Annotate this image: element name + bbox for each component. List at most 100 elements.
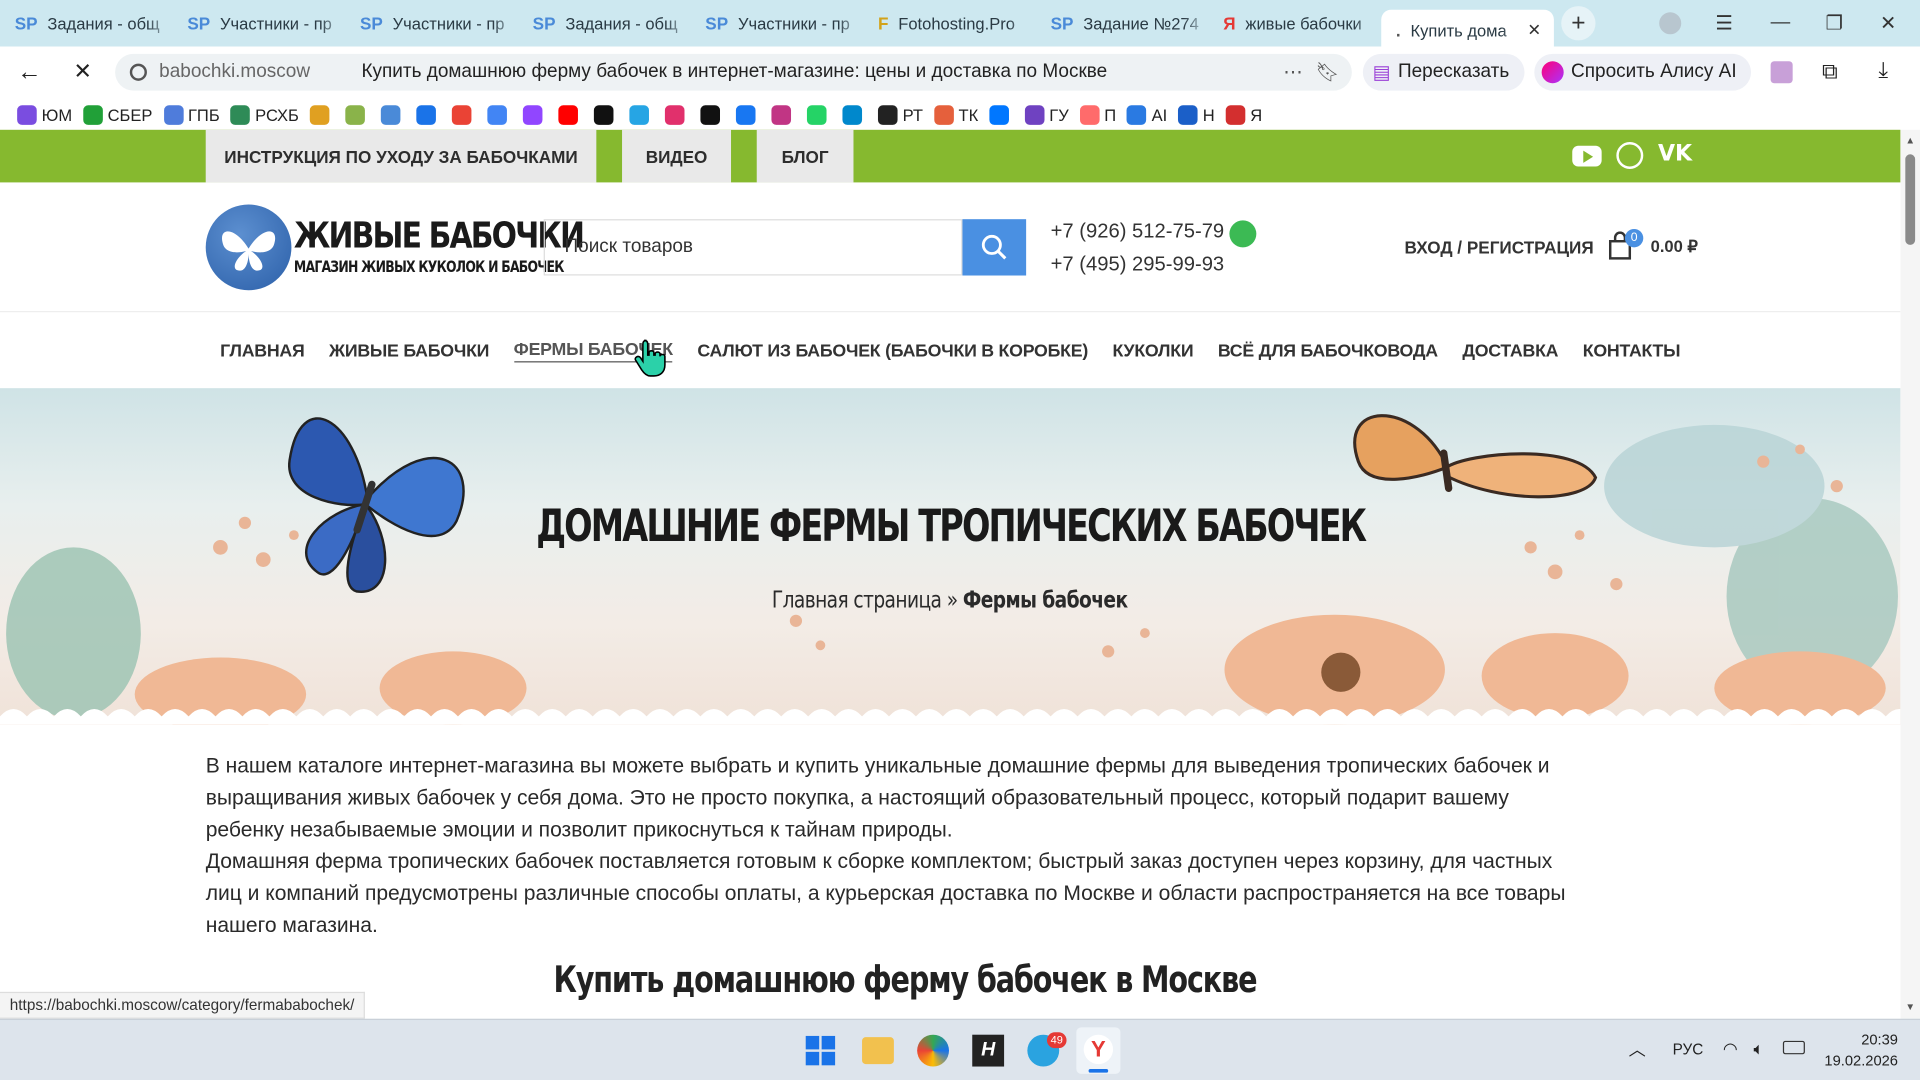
breadcrumb-home-link[interactable]: Главная страница	[772, 587, 942, 614]
stop-loading-icon[interactable]: ✕	[73, 59, 91, 85]
app-h-icon[interactable]: H	[972, 1034, 1005, 1067]
bookmark-favicon-icon	[771, 105, 792, 125]
site-info-icon[interactable]	[129, 63, 147, 81]
bookmark-item[interactable]	[736, 105, 760, 125]
extensions-icon[interactable]: ⧉	[1822, 59, 1838, 85]
volume-icon[interactable]: 🔈︎	[1753, 1038, 1763, 1059]
bookmark-item[interactable]	[989, 105, 1013, 125]
phone-2[interactable]: +7 (495) 295-99-93	[1051, 253, 1225, 276]
bookmark-item[interactable]: РСХБ	[230, 105, 299, 125]
browser-tab[interactable]: SP Задание №274	[1036, 5, 1209, 42]
tab-close-icon[interactable]: ✕	[1525, 21, 1545, 41]
phone-1[interactable]: +7 (926) 512-75-79	[1051, 220, 1225, 243]
login-link[interactable]: ВХОД / РЕГИСТРАЦИЯ	[1405, 238, 1594, 258]
nav-item[interactable]: ЖИВЫЕ БАБОЧКИ	[329, 341, 489, 361]
address-bar[interactable]: babochki.moscow Купить домашнюю ферму ба…	[115, 53, 1352, 91]
logo-icon[interactable]	[205, 204, 292, 291]
bookmark-item[interactable]	[665, 105, 689, 125]
bookmark-item[interactable]	[345, 105, 369, 125]
retell-button[interactable]: ▤ Пересказать	[1362, 53, 1524, 91]
bookmark-icon[interactable]: 🔖︎	[1315, 61, 1339, 84]
vk-icon[interactable]: VK	[1658, 141, 1692, 167]
bookmark-item[interactable]: Н	[1178, 105, 1215, 125]
bookmark-item[interactable]: РТ	[878, 105, 923, 125]
bookmark-item[interactable]	[487, 105, 511, 125]
cart-total[interactable]: 0.00 ₽	[1651, 238, 1698, 258]
telegram-badge: 49	[1046, 1032, 1067, 1049]
page-scrollbar[interactable]: ▲ ▼	[1900, 129, 1920, 1019]
bookmark-item[interactable]	[842, 105, 867, 125]
bookmark-item[interactable]: П	[1079, 105, 1116, 125]
browser-tab[interactable]: F Fotohosting.Pro	[863, 5, 1036, 42]
bookmark-label: ЮМ	[41, 105, 73, 125]
start-icon[interactable]	[805, 1035, 836, 1066]
back-icon[interactable]: ←	[17, 59, 41, 87]
video-link[interactable]: ВИДЕО	[622, 129, 732, 183]
bookmarks-bar: ЮМ СБЕР ГПБ РСХБ РТ ТК ГУ П AI Н Я	[0, 100, 1920, 130]
scroll-up-icon[interactable]: ▲	[1905, 135, 1915, 146]
bookmark-item[interactable]: ТК	[934, 105, 978, 125]
clock-time[interactable]: 20:39	[1825, 1031, 1898, 1048]
bookmark-item[interactable]	[309, 105, 334, 125]
scroll-down-icon[interactable]: ▼	[1905, 1002, 1915, 1013]
nav-item[interactable]: ГЛАВНАЯ	[220, 341, 305, 361]
profile-icon[interactable]	[1643, 0, 1697, 47]
care-instructions-link[interactable]: ИНСТРУКЦИЯ ПО УХОДУ ЗА БАБОЧКАМИ	[205, 129, 597, 183]
bookmark-item[interactable]	[380, 105, 405, 125]
nav-item[interactable]: ВСЁ ДЛЯ БАБОЧКОВОДА	[1218, 341, 1438, 361]
bookmark-item[interactable]: ГПБ	[163, 105, 220, 125]
bookmark-label: ТК	[958, 105, 979, 125]
ask-alice-button[interactable]: Спросить Алису AI	[1534, 53, 1752, 91]
language-indicator[interactable]: РУС	[1673, 1041, 1704, 1058]
whatsapp-icon[interactable]	[1616, 142, 1644, 169]
bookmark-label: ГПБ	[187, 105, 220, 125]
youtube-icon[interactable]	[1572, 145, 1602, 167]
tray-expand-icon[interactable]: ︿	[1629, 1037, 1646, 1061]
bookmark-item[interactable]	[700, 105, 725, 125]
bookmark-item[interactable]	[807, 105, 831, 125]
edge-browser-icon[interactable]	[917, 1034, 949, 1067]
bookmark-item[interactable]: ЮМ	[17, 105, 72, 125]
search-input[interactable]: Поиск товаров	[543, 219, 963, 276]
bookmark-item[interactable]: ГУ	[1024, 105, 1069, 125]
minimize-icon[interactable]: —	[1753, 0, 1807, 47]
bookmark-item[interactable]	[558, 105, 583, 125]
nav-item[interactable]: КОНТАКТЫ	[1583, 341, 1681, 361]
blog-link[interactable]: БЛОГ	[756, 129, 854, 183]
bookmark-item[interactable]: СБЕР	[83, 105, 152, 125]
bookmark-item[interactable]	[594, 105, 618, 125]
logo-title[interactable]: ЖИВЫЕ БАБОЧКИ	[294, 214, 585, 256]
bookmark-item[interactable]	[771, 105, 796, 125]
downloads-icon[interactable]: ⤓	[1878, 58, 1888, 84]
browser-tab[interactable]: SP Задания - общ	[518, 5, 691, 42]
battery-icon[interactable]	[1782, 1040, 1805, 1055]
browser-tab[interactable]: Яживые бабочки	[1209, 5, 1382, 42]
more-icon[interactable]: ⋯	[1283, 60, 1303, 84]
bookmark-item[interactable]	[451, 105, 476, 125]
nav-item[interactable]: САЛЮТ ИЗ БАБОЧЕК (БАБОЧКИ В КОРОБКЕ)	[697, 341, 1088, 361]
nav-item[interactable]: КУКОЛКИ	[1112, 341, 1193, 361]
browser-tab[interactable]: SP Задания - общ	[0, 5, 173, 42]
nav-item[interactable]: ДОСТАВКА	[1462, 341, 1558, 361]
browser-tab[interactable]: SP Участники - пр	[173, 5, 346, 42]
new-tab-button[interactable]: +	[1561, 6, 1596, 41]
close-window-icon[interactable]: ✕	[1861, 0, 1915, 47]
browser-tab[interactable]: . Купить дома ✕	[1381, 9, 1554, 52]
whatsapp-phone-icon[interactable]	[1229, 220, 1257, 248]
browser-tab[interactable]: SP Участники - пр	[345, 5, 518, 42]
restore-icon[interactable]: ❐	[1807, 0, 1861, 47]
file-explorer-icon[interactable]	[862, 1037, 894, 1065]
bookmark-item[interactable]	[629, 105, 654, 125]
bookmark-item[interactable]: AI	[1127, 105, 1167, 125]
scrollbar-thumb[interactable]	[1905, 154, 1916, 245]
wifi-icon[interactable]: ◠	[1723, 1038, 1738, 1059]
bookmark-item[interactable]	[522, 105, 547, 125]
gallery-icon[interactable]	[1770, 61, 1793, 84]
search-button[interactable]	[962, 219, 1027, 276]
menu-icon[interactable]: ☰	[1697, 0, 1751, 47]
clock-date[interactable]: 19.02.2026	[1812, 1052, 1898, 1069]
bookmark-item[interactable]	[416, 105, 440, 125]
yandex-browser-taskbar[interactable]: Y	[1076, 1027, 1121, 1074]
bookmark-item[interactable]: Я	[1225, 105, 1262, 125]
browser-tab[interactable]: SP Участники - пр	[691, 5, 864, 42]
